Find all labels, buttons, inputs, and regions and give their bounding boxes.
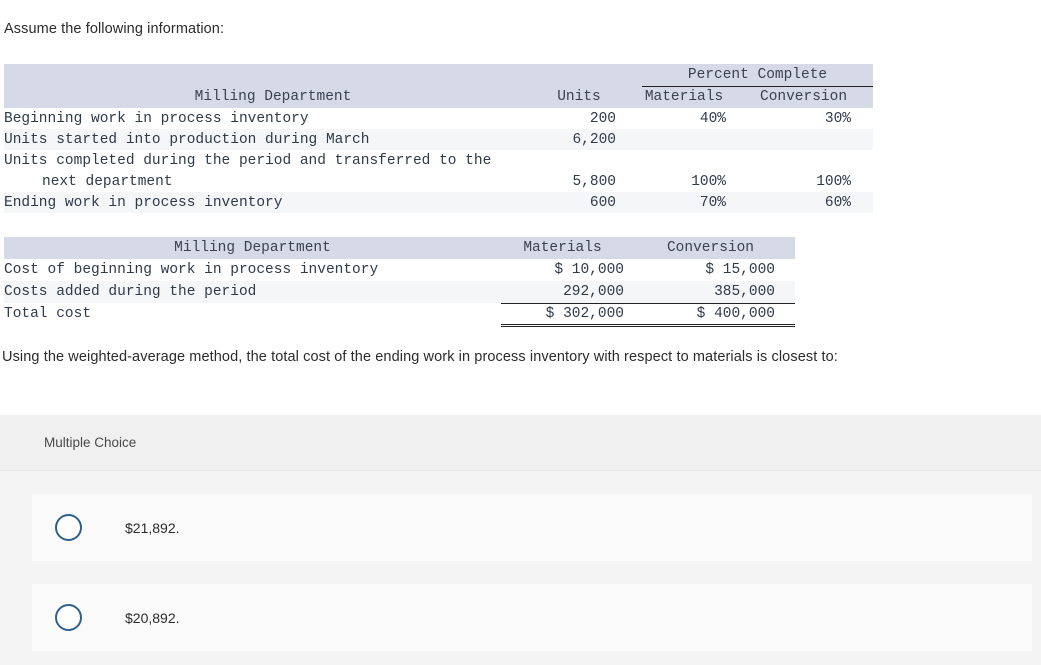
row-conversion (756, 129, 873, 150)
units-table-materials-header: Materials (644, 89, 724, 106)
option-label: $21,892. (125, 519, 180, 536)
cost-table-conversion-header: Conversion (666, 240, 754, 256)
row-materials: $ 302,000 (501, 302, 646, 327)
row-conversion: 100% (816, 173, 852, 190)
question-text: Using the weighted-average method, the t… (2, 349, 838, 365)
units-table-conversion-header: Conversion (760, 89, 848, 106)
radio-button-icon[interactable] (55, 514, 82, 541)
row-label: Total cost (4, 306, 92, 322)
row-materials: 40% (699, 110, 726, 127)
question-page: Assume the following information: Percen… (0, 0, 1041, 665)
option-row-2[interactable]: $20,892. (32, 584, 1032, 651)
table-row: Costs added during the period 292,000 38… (4, 281, 795, 303)
percent-complete-span-header: Percent Complete (642, 64, 874, 87)
row-materials (642, 129, 756, 150)
option-row-1[interactable]: $21,892. (32, 494, 1032, 561)
units-table-department-header: Milling Department (194, 89, 352, 105)
row-materials: $ 10,000 (554, 262, 624, 278)
spacer-cell (542, 64, 642, 86)
units-table-units-header: Units (557, 89, 601, 105)
row-units: 5,800 (572, 173, 616, 190)
row-label: Beginning work in process inventory (4, 110, 309, 127)
spacer-cell (4, 64, 542, 86)
multiple-choice-label: Multiple Choice (44, 435, 137, 450)
row-materials (642, 150, 756, 171)
row-units: 200 (589, 110, 616, 127)
multiple-choice-panel: Multiple Choice $21,892. $20,892. (0, 415, 1041, 665)
table-row: next department 5,800 100% 100% (4, 171, 874, 192)
cost-table: Milling Department Materials Conversion … (4, 237, 795, 327)
units-table-header-row: Milling Department Units Materials Conve… (4, 86, 874, 108)
row-conversion (756, 150, 873, 171)
row-conversion: $ 400,000 (646, 302, 795, 327)
table-row: Units started into production during Mar… (4, 129, 874, 150)
row-units: 600 (589, 194, 616, 211)
row-label: Units completed during the period and tr… (4, 152, 492, 169)
units-table-span-header-row: Percent Complete (4, 64, 874, 87)
radio-button-icon[interactable] (55, 604, 82, 631)
row-materials: 292,000 (563, 283, 624, 300)
row-label: Units started into production during Mar… (4, 131, 370, 148)
cost-table-materials-header: Materials (523, 240, 602, 256)
units-table: Percent Complete Milling Department Unit… (4, 64, 874, 213)
option-label: $20,892. (125, 609, 180, 626)
row-conversion: 385,000 (714, 283, 775, 300)
cost-table-department-header: Milling Department (174, 240, 331, 256)
row-units (542, 150, 642, 171)
table-row: Ending work in process inventory 600 70%… (4, 192, 874, 213)
units-table-head: Percent Complete Milling Department Unit… (4, 64, 874, 108)
multiple-choice-options: $21,892. $20,892. (0, 471, 1041, 651)
cost-table-head: Milling Department Materials Conversion (4, 237, 795, 259)
table-row: Beginning work in process inventory 200 … (4, 108, 874, 129)
row-label: Costs added during the period (4, 284, 257, 300)
table-row-total: Total cost $ 302,000 $ 400,000 (4, 302, 795, 327)
row-materials: 70% (699, 194, 726, 211)
units-table-body: Beginning work in process inventory 200 … (4, 108, 874, 213)
row-label: Ending work in process inventory (4, 194, 283, 211)
table-row: Units completed during the period and tr… (4, 150, 874, 171)
row-label: Cost of beginning work in process invent… (4, 262, 379, 278)
row-units: 6,200 (572, 131, 616, 148)
row-conversion: $ 15,000 (705, 262, 775, 278)
table-row: Cost of beginning work in process invent… (4, 259, 795, 281)
row-label: next department (42, 173, 173, 190)
row-conversion: 30% (824, 110, 852, 127)
cost-table-header-row: Milling Department Materials Conversion (4, 237, 795, 259)
intro-text: Assume the following information: (4, 21, 225, 37)
row-materials: 100% (691, 173, 726, 190)
cost-table-body: Cost of beginning work in process invent… (4, 259, 795, 327)
multiple-choice-header: Multiple Choice (0, 415, 1041, 471)
row-conversion: 60% (824, 194, 852, 211)
